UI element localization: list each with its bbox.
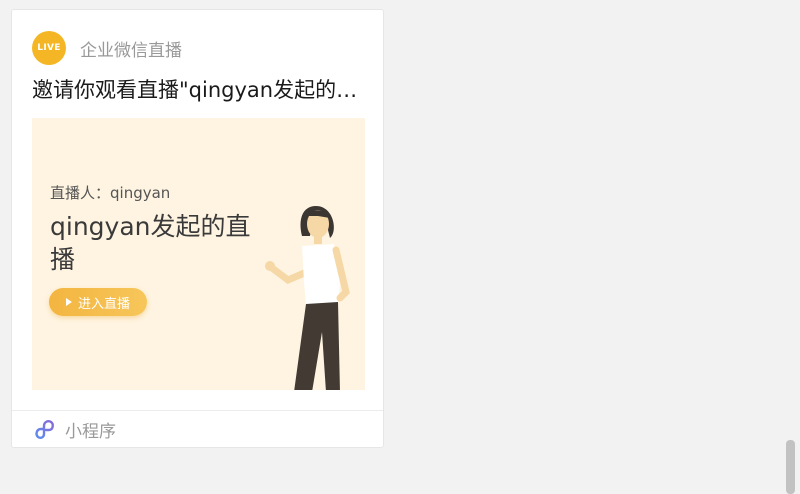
live-poster[interactable]: 直播人：qingyan qingyan发起的直播 进入直播 <box>32 118 365 390</box>
enter-live-button[interactable]: 进入直播 <box>49 288 147 316</box>
mini-program-icon <box>35 419 54 439</box>
mini-program-label: 小程序 <box>65 422 116 442</box>
play-icon <box>65 298 72 306</box>
source-name: 企业微信直播 <box>80 40 182 61</box>
presenter-illustration <box>265 206 350 390</box>
scrollbar-thumb[interactable] <box>786 440 795 494</box>
poster-title: qingyan发起的直播 <box>50 212 251 274</box>
bubble-pointer <box>16 33 23 45</box>
live-icon: LIVE <box>32 31 66 65</box>
card-title: 邀请你观看直播"qingyan发起的直播" <box>32 78 367 102</box>
enter-live-label: 进入直播 <box>77 296 130 312</box>
mini-program-message-card[interactable]: LIVE 企业微信直播 邀请你观看直播"qingyan发起的直播" 直播人：qi… <box>11 9 384 448</box>
card-header: LIVE 企业微信直播 <box>32 31 182 65</box>
host-label: 直播人：qingyan <box>50 184 171 202</box>
card-footer: 小程序 <box>12 410 383 448</box>
